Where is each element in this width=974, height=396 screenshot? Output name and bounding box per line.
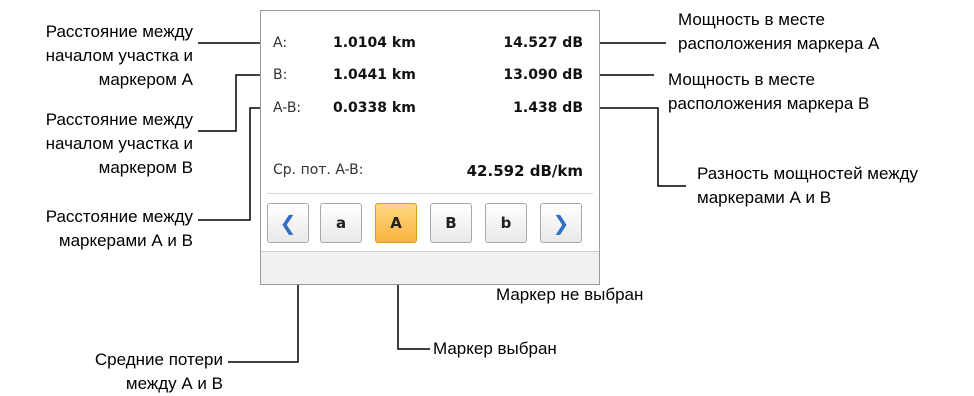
callout-power-difference: Разность мощностей между маркерами А и В xyxy=(697,164,919,207)
power-value: 13.090 dB xyxy=(503,67,583,83)
row-marker-b: B: 1.0441 km 13.090 dB xyxy=(273,67,583,89)
distance-value: 0.0338 km xyxy=(333,100,416,116)
prev-marker-button[interactable]: ❮ xyxy=(267,203,309,243)
callout-distance-ab: Расстояние между маркерами А и В xyxy=(45,207,193,250)
power-value: 14.527 dB xyxy=(503,35,583,51)
distance-value: 1.0104 km xyxy=(333,35,416,51)
callout-marker-not-selected: Маркер не выбран xyxy=(496,285,644,304)
row-marker-a: A: 1.0104 km 14.527 dB xyxy=(273,35,583,57)
marker-b-small-button[interactable]: b xyxy=(485,203,527,243)
next-marker-button[interactable]: ❯ xyxy=(540,203,582,243)
row-label: B: xyxy=(273,67,288,83)
marker-info-panel: A: 1.0104 km 14.527 dB B: 1.0441 km 13.0… xyxy=(260,10,600,285)
row-label: A: xyxy=(273,35,288,51)
row-label: A-B: xyxy=(273,100,302,116)
panel-footer xyxy=(261,251,599,284)
marker-b-button[interactable]: B xyxy=(430,203,472,243)
callout-power-b: Мощность в месте расположения маркера В xyxy=(668,70,870,113)
divider xyxy=(267,193,593,194)
marker-a-small-button[interactable]: a xyxy=(320,203,362,243)
callout-distance-b: Расстояние между началом участка и марке… xyxy=(45,110,193,177)
avg-loss-value: 42.592 dB/km xyxy=(466,162,583,180)
row-marker-ab: A-B: 0.0338 km 1.438 dB xyxy=(273,100,583,122)
callout-distance-a: Расстояние между началом участка и марке… xyxy=(45,22,193,89)
callout-power-a: Мощность в месте расположения маркера А xyxy=(678,10,880,53)
marker-a-button[interactable]: A xyxy=(375,203,417,243)
power-value: 1.438 dB xyxy=(513,100,583,116)
distance-value: 1.0441 km xyxy=(333,67,416,83)
callout-marker-selected: Маркер выбран xyxy=(433,339,557,358)
callout-average-loss: Средние потери между А и В xyxy=(94,350,223,393)
avg-loss-label: Ср. пот. A-B: xyxy=(273,162,364,178)
row-average-loss: Ср. пот. A-B: 42.592 dB/km xyxy=(273,162,583,184)
